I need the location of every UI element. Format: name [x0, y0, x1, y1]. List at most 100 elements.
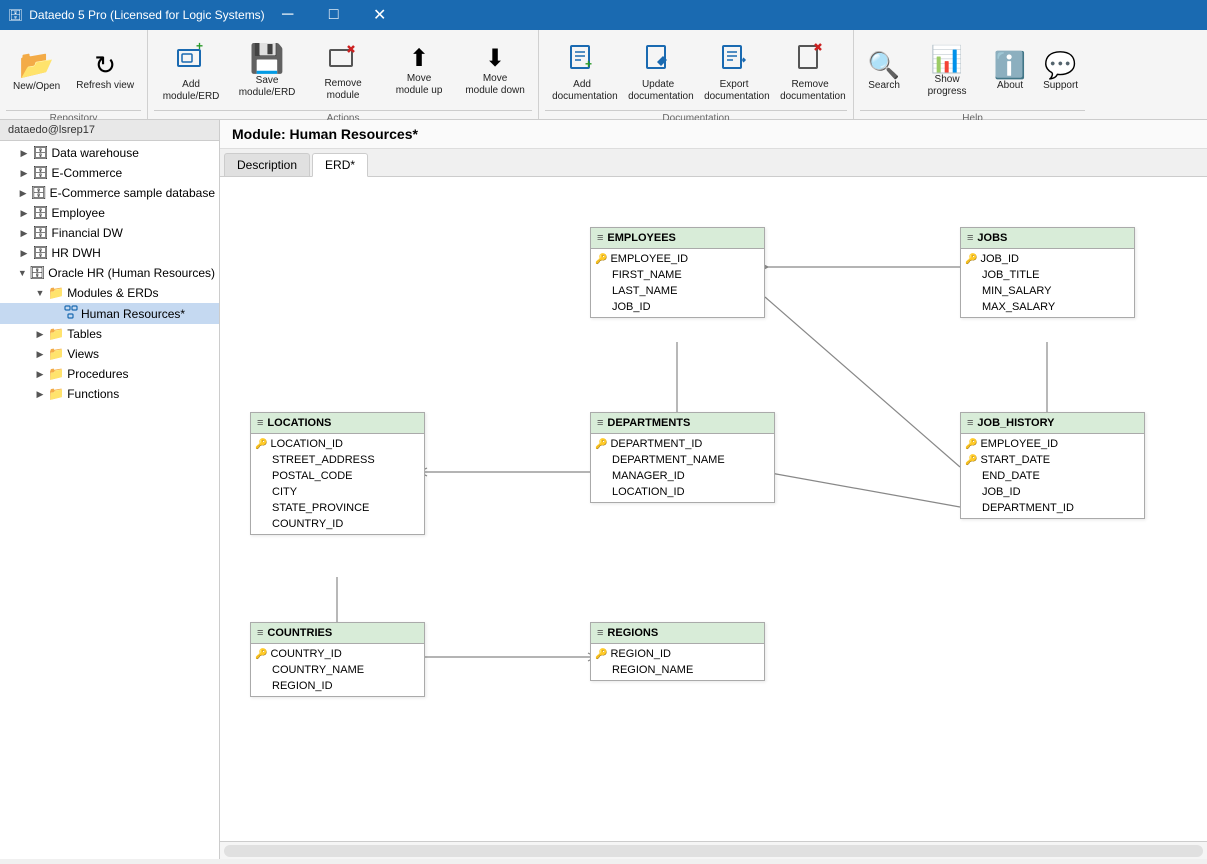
horizontal-scrollbar[interactable]: [224, 845, 1203, 857]
folder-icon: 📁: [48, 285, 64, 301]
tree-label: Oracle HR (Human Resources): [48, 266, 215, 280]
tab-description[interactable]: Description: [224, 153, 310, 176]
regions-title: REGIONS: [607, 627, 658, 639]
field-name: MAX_SALARY: [982, 301, 1055, 313]
sidebar-item-hr-dwh[interactable]: ▶ 🗄 HR DWH: [0, 243, 219, 263]
about-button[interactable]: ℹ️ About: [986, 34, 1034, 110]
expand-icon: ▶: [16, 145, 32, 161]
field-name: LOCATION_ID: [612, 486, 685, 498]
move-down-button[interactable]: ⬇ Move module down: [458, 34, 532, 110]
job-history-header: ≡ JOB_HISTORY: [961, 413, 1144, 434]
erd-canvas[interactable]: ≡ EMPLOYEES 🔑 EMPLOYEE_ID FIRST_NAME LAS…: [220, 177, 1207, 841]
locations-title: LOCATIONS: [267, 417, 331, 429]
sidebar-item-procedures[interactable]: ▶ 📁 Procedures: [0, 364, 219, 384]
job-history-field-3: JOB_ID: [961, 484, 1144, 500]
employees-body: 🔑 EMPLOYEE_ID FIRST_NAME LAST_NAME JOB_I…: [591, 249, 764, 317]
expand-icon: ▶: [32, 346, 48, 362]
employees-field-3: JOB_ID: [591, 299, 764, 315]
toolbar: 📂 New/Open ↻ Refresh view Repository +: [0, 30, 1207, 120]
expand-icon: ▶: [32, 326, 48, 342]
add-doc-icon: +: [567, 42, 597, 77]
progress-label: Show progress: [917, 74, 977, 98]
expand-icon: ▶: [32, 386, 48, 402]
sidebar-item-views[interactable]: ▶ 📁 Views: [0, 344, 219, 364]
update-doc-icon: [643, 42, 673, 77]
sidebar-item-tables[interactable]: ▶ 📁 Tables: [0, 324, 219, 344]
save-module-button[interactable]: 💾 Save module/ERD: [230, 34, 304, 110]
key-icon: 🔑: [595, 254, 607, 265]
expand-icon: ▼: [32, 285, 48, 301]
support-button[interactable]: 💬 Support: [1036, 34, 1085, 110]
sidebar: dataedo@lsrep17 ▶ 🗄 Data warehouse ▶ 🗄 E…: [0, 120, 220, 859]
erd-table-departments[interactable]: ≡ DEPARTMENTS 🔑 DEPARTMENT_ID DEPARTMENT…: [590, 412, 775, 503]
field-name: DEPARTMENT_ID: [982, 502, 1074, 514]
sidebar-item-oracle-hr[interactable]: ▼ 🗄 Oracle HR (Human Resources): [0, 263, 219, 283]
field-name: COUNTRY_NAME: [272, 664, 364, 676]
sidebar-item-employee[interactable]: ▶ 🗄 Employee: [0, 203, 219, 223]
search-button[interactable]: 🔍 Search: [860, 34, 908, 110]
erd-table-regions[interactable]: ≡ REGIONS 🔑 REGION_ID REGION_NAME: [590, 622, 765, 681]
move-up-button[interactable]: ⬆ Move module up: [382, 34, 456, 110]
folder-icon: 📁: [48, 326, 64, 342]
show-progress-button[interactable]: 📊 Show progress: [910, 34, 984, 110]
jobs-field-1: JOB_TITLE: [961, 267, 1134, 283]
tree-label: Views: [67, 347, 99, 361]
sidebar-item-data-warehouse[interactable]: ▶ 🗄 Data warehouse: [0, 143, 219, 163]
locations-field-5: COUNTRY_ID: [251, 516, 424, 532]
sidebar-item-financial-dw[interactable]: ▶ 🗄 Financial DW: [0, 223, 219, 243]
main-area: dataedo@lsrep17 ▶ 🗄 Data warehouse ▶ 🗄 E…: [0, 120, 1207, 859]
jobs-field-3: MAX_SALARY: [961, 299, 1134, 315]
tree-label: Procedures: [67, 367, 128, 381]
tree-label: Functions: [67, 387, 119, 401]
maximize-button[interactable]: □: [311, 0, 357, 30]
field-name: LOCATION_ID: [270, 438, 343, 450]
erd-table-jobs[interactable]: ≡ JOBS 🔑 JOB_ID JOB_TITLE MIN_SALARY: [960, 227, 1135, 318]
erd-table-employees[interactable]: ≡ EMPLOYEES 🔑 EMPLOYEE_ID FIRST_NAME LAS…: [590, 227, 765, 318]
sidebar-item-ecommerce[interactable]: ▶ 🗄 E-Commerce: [0, 163, 219, 183]
departments-field-0: 🔑 DEPARTMENT_ID: [591, 436, 774, 452]
about-icon: ℹ️: [994, 52, 1026, 78]
remove-module-icon: [328, 42, 358, 76]
field-name: EMPLOYEE_ID: [980, 438, 1058, 450]
key-icon: 🔑: [965, 455, 977, 466]
sidebar-tree[interactable]: ▶ 🗄 Data warehouse ▶ 🗄 E-Commerce ▶ 🗄 E-…: [0, 141, 219, 859]
tab-erd[interactable]: ERD*: [312, 153, 368, 177]
remove-doc-button[interactable]: Remove documentation: [773, 34, 847, 110]
remove-module-button[interactable]: Remove module: [306, 34, 380, 110]
remove-doc-label: Remove documentation: [780, 79, 840, 103]
refresh-view-button[interactable]: ↻ Refresh view: [69, 34, 141, 110]
export-doc-button[interactable]: Export documentation: [697, 34, 771, 110]
expand-icon: ▶: [16, 165, 32, 181]
minimize-button[interactable]: ─: [265, 0, 311, 30]
save-icon: 💾: [250, 45, 285, 73]
expand-icon: [48, 306, 64, 322]
window-controls: ─ □ ✕: [265, 0, 403, 30]
locations-field-2: POSTAL_CODE: [251, 468, 424, 484]
new-open-button[interactable]: 📂 New/Open: [6, 34, 67, 110]
departments-field-3: LOCATION_ID: [591, 484, 774, 500]
table-icon: ≡: [967, 232, 973, 244]
update-doc-button[interactable]: Update documentation: [621, 34, 695, 110]
erd-table-locations[interactable]: ≡ LOCATIONS 🔑 LOCATION_ID STREET_ADDRESS…: [250, 412, 425, 535]
about-label: About: [997, 80, 1023, 92]
content-area: Module: Human Resources* Description ERD…: [220, 120, 1207, 859]
refresh-label: Refresh view: [76, 80, 134, 92]
new-open-label: New/Open: [13, 81, 60, 93]
sidebar-item-human-resources[interactable]: Human Resources*: [0, 303, 219, 324]
add-doc-button[interactable]: + Add documentation: [545, 34, 619, 110]
close-button[interactable]: ✕: [357, 0, 403, 30]
employees-field-2: LAST_NAME: [591, 283, 764, 299]
expand-icon: ▼: [16, 265, 29, 281]
erd-table-job-history[interactable]: ≡ JOB_HISTORY 🔑 EMPLOYEE_ID 🔑 START_DATE…: [960, 412, 1145, 519]
erd-table-countries[interactable]: ≡ COUNTRIES 🔑 COUNTRY_ID COUNTRY_NAME RE…: [250, 622, 425, 697]
table-icon: ≡: [257, 627, 263, 639]
sidebar-item-ecommerce-sample[interactable]: ▶ 🗄 E-Commerce sample database: [0, 183, 219, 203]
sidebar-item-modules-erds[interactable]: ▼ 📁 Modules & ERDs: [0, 283, 219, 303]
add-module-button[interactable]: + Add module/ERD: [154, 34, 228, 110]
sidebar-item-functions[interactable]: ▶ 📁 Functions: [0, 384, 219, 404]
erd-icon: [64, 305, 78, 322]
field-name: FIRST_NAME: [612, 269, 682, 281]
table-icon: ≡: [597, 232, 603, 244]
move-up-label: Move module up: [389, 73, 449, 97]
svg-text:+: +: [585, 57, 592, 71]
